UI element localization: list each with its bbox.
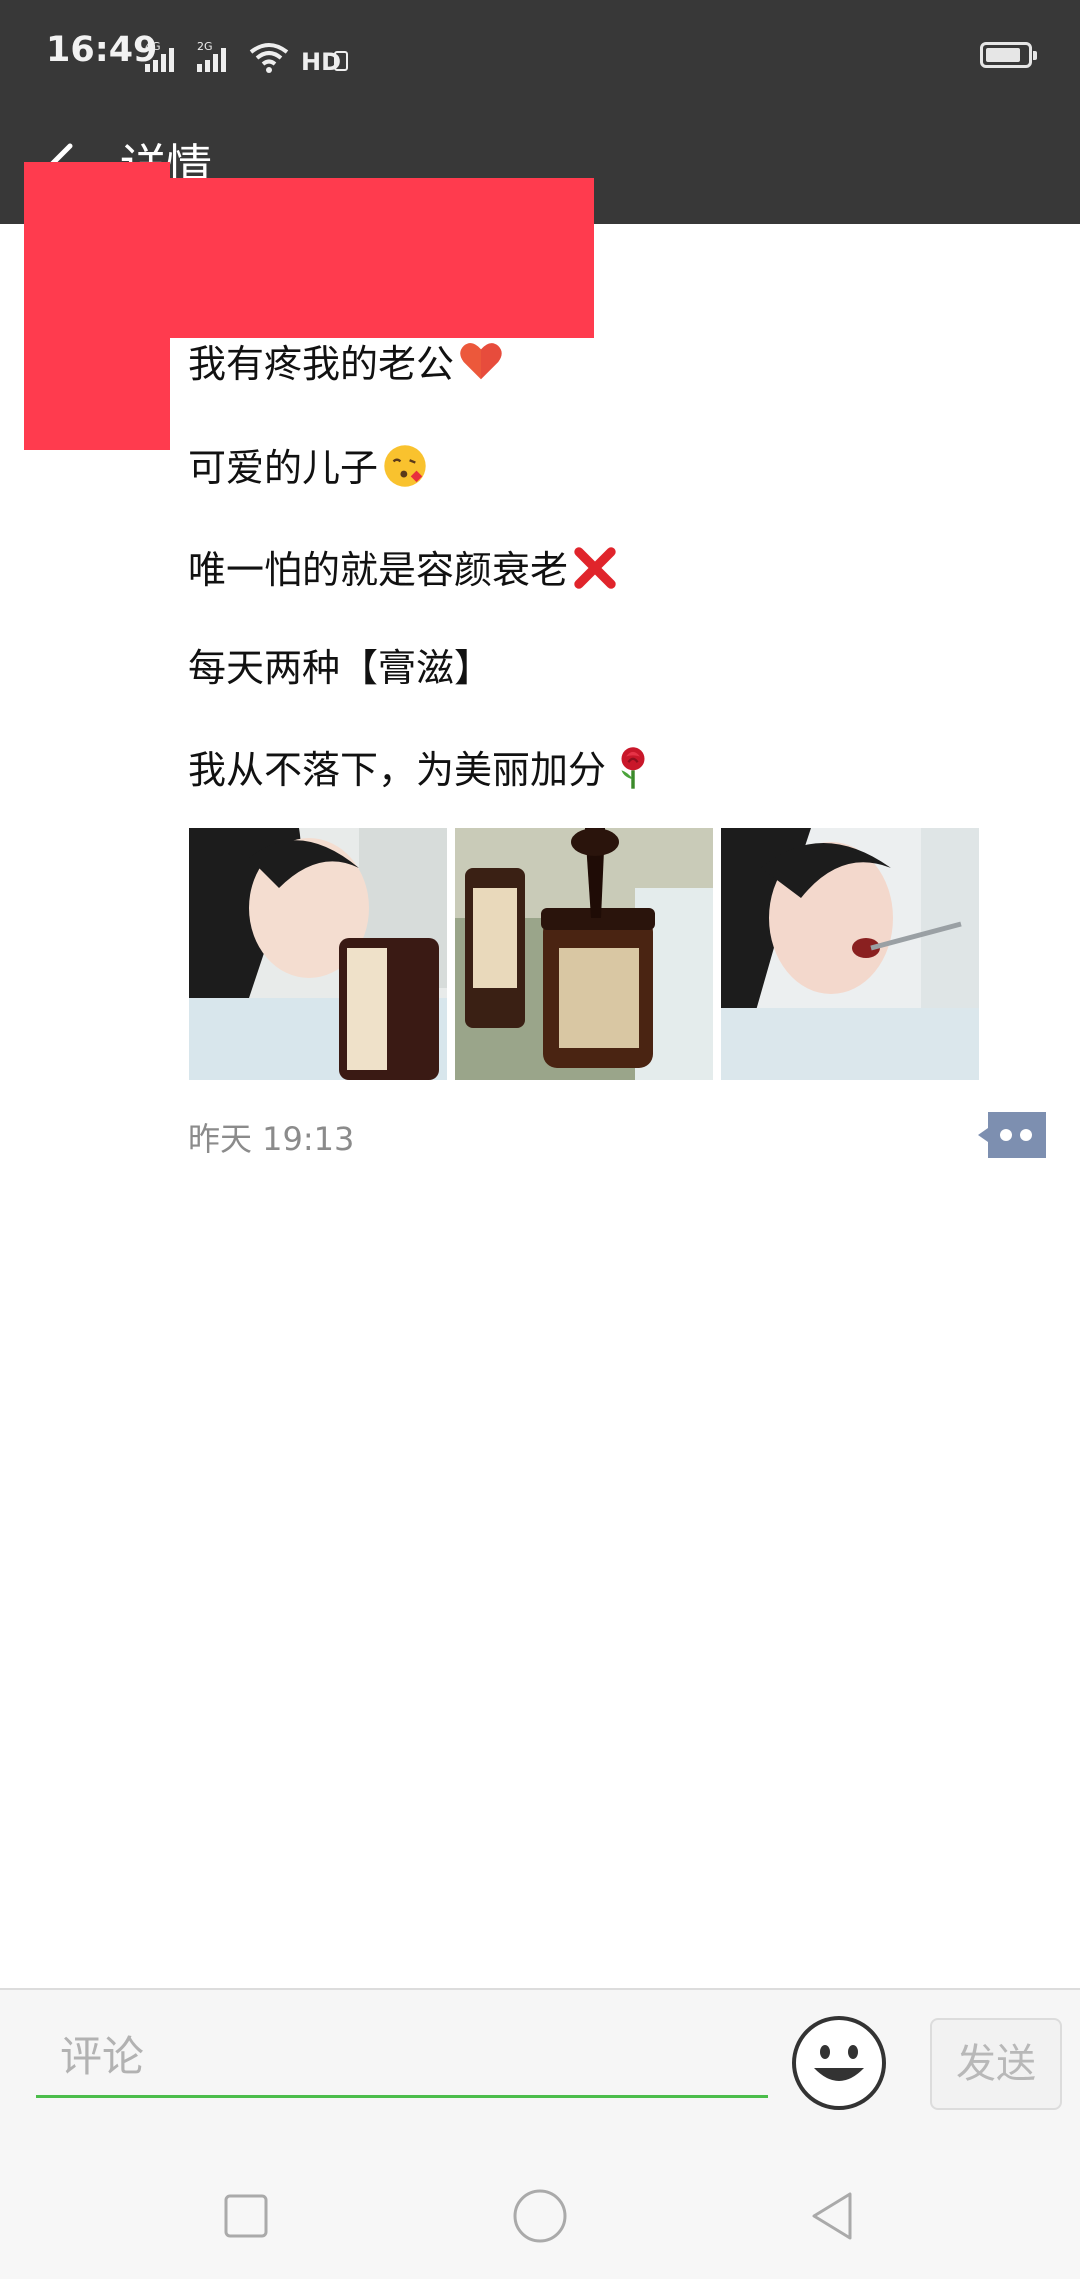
post-line-1: 我有疼我的老公 <box>188 336 504 392</box>
post-line-text: 每天两种【膏滋】 <box>188 646 493 690</box>
post-line-3: 唯一怕的就是容颜衰老 <box>188 542 618 598</box>
hd-icon: HD <box>301 48 348 74</box>
signal-2g-label: 2G <box>197 40 213 53</box>
wifi-icon <box>249 43 289 73</box>
system-nav-bar <box>0 2150 1080 2279</box>
signal-4g-icon: 4G <box>145 40 174 72</box>
post-photo-3[interactable] <box>721 828 979 1080</box>
comment-bar: 发送 <box>0 1988 1080 2150</box>
home-button[interactable] <box>500 2176 580 2256</box>
comment-input[interactable] <box>36 2018 768 2098</box>
post-line-text: 唯一怕的就是容颜衰老 <box>188 548 569 592</box>
recent-apps-button[interactable] <box>206 2176 286 2256</box>
post-photo-2[interactable] <box>455 828 713 1080</box>
signal-4g-label: 4G <box>145 40 161 53</box>
post-timestamp: 昨天 19:13 <box>188 1120 355 1158</box>
post-line-text: 我从不落下，为美丽加分 <box>188 748 607 792</box>
heart-icon <box>460 343 502 380</box>
post-line-text: 我有疼我的老公 <box>188 342 455 386</box>
post-photo-1[interactable] <box>189 828 447 1080</box>
post-line-text: 可爱的儿子 <box>188 446 379 490</box>
back-triangle-icon <box>812 2192 852 2240</box>
photo-thumbnail <box>189 828 447 1080</box>
send-button[interactable]: 发送 <box>930 2018 1062 2110</box>
kissing-face-icon <box>384 445 426 487</box>
redacted-username <box>24 178 594 338</box>
signal-2g-icon: 2G <box>197 40 226 72</box>
rose-icon <box>621 747 645 789</box>
cross-mark-icon <box>574 547 616 589</box>
post-line-4: 每天两种【膏滋】 <box>188 640 492 696</box>
recent-apps-icon <box>224 2194 268 2238</box>
battery-level <box>986 48 1020 62</box>
photo-grid <box>189 828 979 1080</box>
photo-thumbnail <box>721 828 979 1080</box>
system-back-button[interactable] <box>794 2176 874 2256</box>
post-line-2: 可爱的儿子 <box>188 440 428 496</box>
comment-like-button[interactable] <box>978 1112 1046 1158</box>
more-options-icon <box>978 1112 1046 1158</box>
status-icons: 4G 2G HD <box>145 34 349 74</box>
status-time: 16:49 <box>46 30 158 70</box>
photo-thumbnail <box>455 828 713 1080</box>
status-bar: 16:49 4G 2G HD <box>0 0 1080 112</box>
battery-icon <box>980 42 1037 68</box>
home-icon <box>513 2189 567 2243</box>
post-line-5: 我从不落下，为美丽加分 <box>188 742 656 798</box>
emoji-button[interactable] <box>790 2014 888 2112</box>
smiley-icon <box>792 2016 886 2110</box>
